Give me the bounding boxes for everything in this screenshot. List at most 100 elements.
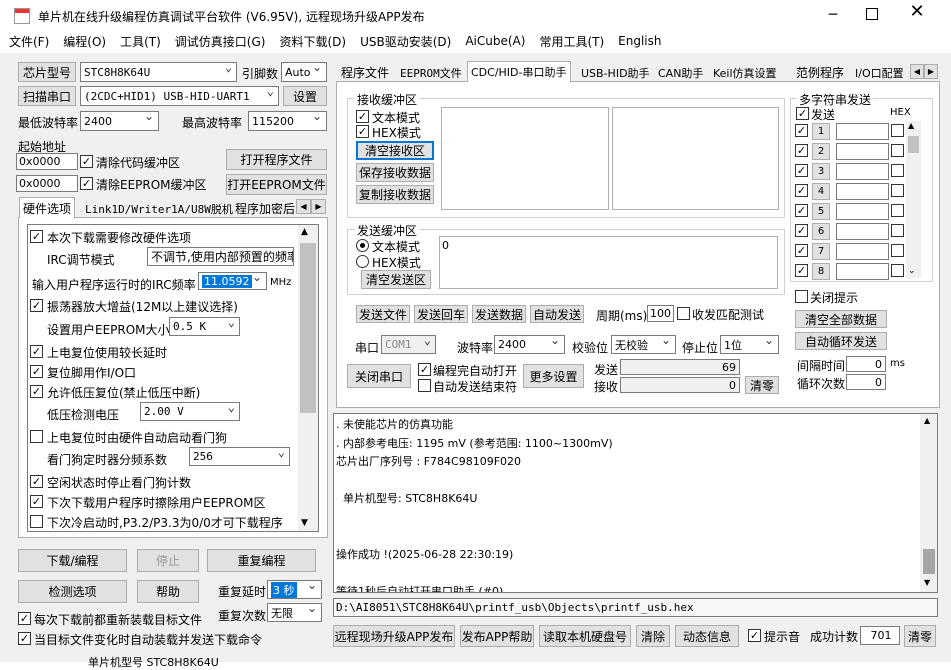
menu-tools[interactable]: 工具(T): [120, 33, 161, 50]
multi-row-hex-checkbox[interactable]: [891, 124, 904, 137]
multi-row-text-field[interactable]: [836, 163, 889, 180]
irc-freq-select[interactable]: 11.0592: [198, 272, 267, 290]
log-scroll-thumb[interactable]: [923, 549, 935, 574]
copy-receive-button[interactable]: 复制接收数据: [356, 185, 434, 204]
eeprom-address-field[interactable]: 0x0000: [16, 175, 78, 192]
opt-p32-checkbox[interactable]: [30, 515, 43, 528]
menu-download[interactable]: 资料下载(D): [279, 33, 346, 50]
match-test-checkbox[interactable]: [677, 307, 690, 320]
help-button[interactable]: 帮助: [137, 580, 199, 603]
save-receive-button[interactable]: 保存接收数据: [356, 163, 434, 182]
send-text-mode-radio[interactable]: [356, 239, 369, 252]
auto-loop-button[interactable]: 自动循环发送: [795, 332, 887, 350]
multi-row-send-button[interactable]: 5: [812, 203, 830, 220]
eeprom-size-select[interactable]: 0.5 K: [169, 317, 240, 336]
recv-text-mode-checkbox[interactable]: [356, 110, 369, 123]
sound-checkbox[interactable]: [748, 629, 761, 642]
clear-counts-button[interactable]: 清零: [745, 376, 779, 394]
auto-open-checkbox[interactable]: [418, 363, 431, 376]
close-icon[interactable]: ✕: [908, 3, 926, 21]
multi-row-send-button[interactable]: 3: [812, 163, 830, 180]
multi-scroll-up-icon[interactable]: ▲: [908, 121, 914, 130]
multi-row-text-field[interactable]: [836, 203, 889, 220]
check-options-button[interactable]: 检测选项: [18, 580, 127, 603]
options-scroll-up-icon[interactable]: ▲: [301, 227, 308, 237]
opt-erase-eeprom-checkbox[interactable]: [30, 495, 43, 508]
multi-row-hex-checkbox[interactable]: [891, 184, 904, 197]
multi-row-text-field[interactable]: [836, 123, 889, 140]
pins-select[interactable]: Auto: [281, 62, 327, 82]
opt-long-delay-checkbox[interactable]: [30, 345, 43, 358]
auto-send-button[interactable]: 自动发送: [530, 305, 584, 323]
open-program-button[interactable]: 打开程序文件: [226, 149, 327, 170]
menu-english[interactable]: English: [618, 34, 661, 48]
maximize-icon[interactable]: [866, 8, 878, 20]
code-address-field[interactable]: 0x0000: [16, 153, 78, 170]
receive-text-area[interactable]: [441, 107, 609, 210]
reload-target-checkbox[interactable]: [18, 612, 31, 625]
menu-aicube[interactable]: AiCube(A): [465, 34, 525, 48]
multi-row-text-field[interactable]: [836, 143, 889, 160]
multi-row-send-checkbox[interactable]: [795, 124, 808, 137]
interval-field[interactable]: 0: [846, 356, 886, 372]
menu-program[interactable]: 编程(O): [63, 33, 106, 50]
log-scroll-up-icon[interactable]: ▲: [924, 416, 930, 425]
log-scroll-down-icon[interactable]: ▼: [924, 578, 930, 587]
repeat-delay-select[interactable]: 3 秒: [267, 580, 322, 599]
opt-idle-stop-checkbox[interactable]: [30, 475, 43, 488]
multi-row-send-button[interactable]: 4: [812, 183, 830, 200]
loop-count-field[interactable]: 0: [846, 374, 886, 390]
menu-usb-driver[interactable]: USB驱动安装(D): [360, 33, 451, 50]
file-path-field[interactable]: D:\AI8051\STC8H8K64U\printf_usb\Objects\…: [333, 598, 938, 617]
chip-model-select[interactable]: STC8H8K64U: [80, 62, 237, 82]
multi-row-send-button[interactable]: 2: [812, 143, 830, 160]
minimize-icon[interactable]: ─: [826, 8, 840, 22]
multi-row-text-field[interactable]: [836, 243, 889, 260]
clear-log-button[interactable]: 清除: [636, 625, 670, 647]
multi-row-send-button[interactable]: 8: [812, 263, 830, 280]
send-data-button[interactable]: 发送数据: [472, 305, 526, 323]
options-scroll-thumb[interactable]: [300, 243, 316, 413]
parity-select[interactable]: 无校验: [611, 335, 676, 354]
tab-eeprom-file[interactable]: EEPROM文件: [397, 63, 465, 82]
download-program-button[interactable]: 下载/编程: [18, 549, 127, 572]
opt-reset-io-checkbox[interactable]: [30, 365, 43, 378]
chip-model-button[interactable]: 芯片型号: [18, 62, 76, 82]
multi-send-all-checkbox[interactable]: [796, 107, 809, 120]
reset-count-button[interactable]: 清零: [904, 625, 936, 647]
multi-row-send-checkbox[interactable]: [795, 244, 808, 257]
multi-row-hex-checkbox[interactable]: [891, 244, 904, 257]
tab-scroll-right-icon[interactable]: ▶: [311, 199, 326, 214]
serial-port-select[interactable]: COM1: [381, 335, 436, 354]
menu-debug[interactable]: 调试仿真接口(G): [175, 33, 266, 50]
recv-hex-mode-checkbox[interactable]: [356, 125, 369, 138]
reprogram-button[interactable]: 重复编程: [207, 549, 316, 572]
clear-code-checkbox[interactable]: [80, 155, 93, 168]
multi-row-text-field[interactable]: [836, 183, 889, 200]
right-tab-scroll-right-icon[interactable]: ▶: [924, 64, 938, 79]
max-baud-select[interactable]: 115200: [248, 111, 327, 131]
clear-all-button[interactable]: 清空全部数据: [795, 310, 887, 328]
port-select[interactable]: (2CDC+HID1) USB-HID-UART1: [80, 86, 279, 106]
multi-row-text-field[interactable]: [836, 223, 889, 240]
multi-row-hex-checkbox[interactable]: [891, 164, 904, 177]
stop-bits-select[interactable]: 1位: [720, 335, 779, 354]
multi-row-send-button[interactable]: 6: [812, 223, 830, 240]
tab-cdc-hid-serial[interactable]: CDC/HID-串口助手: [467, 61, 571, 82]
tab-can[interactable]: CAN助手: [655, 63, 706, 82]
more-settings-button[interactable]: 更多设置: [523, 364, 584, 388]
multi-row-send-checkbox[interactable]: [795, 264, 808, 277]
multi-row-hex-checkbox[interactable]: [891, 144, 904, 157]
scan-port-button[interactable]: 扫描串口: [18, 86, 76, 106]
tab-hardware-options[interactable]: 硬件选项: [19, 197, 76, 218]
clear-eeprom-checkbox[interactable]: [80, 177, 93, 190]
tab-examples[interactable]: 范例程序: [793, 63, 847, 82]
auto-load-checkbox[interactable]: [18, 632, 31, 645]
send-return-button[interactable]: 发送回车: [414, 305, 468, 323]
period-field[interactable]: 100: [647, 305, 674, 322]
tab-program-file[interactable]: 程序文件: [338, 63, 392, 82]
tab-link1d[interactable]: Link1D/Writer1A/U8W脱机: [82, 199, 236, 218]
repeat-count-select[interactable]: 无限: [267, 603, 322, 622]
tab-io-config[interactable]: I/O口配置: [852, 63, 908, 82]
multi-row-send-checkbox[interactable]: [795, 224, 808, 237]
